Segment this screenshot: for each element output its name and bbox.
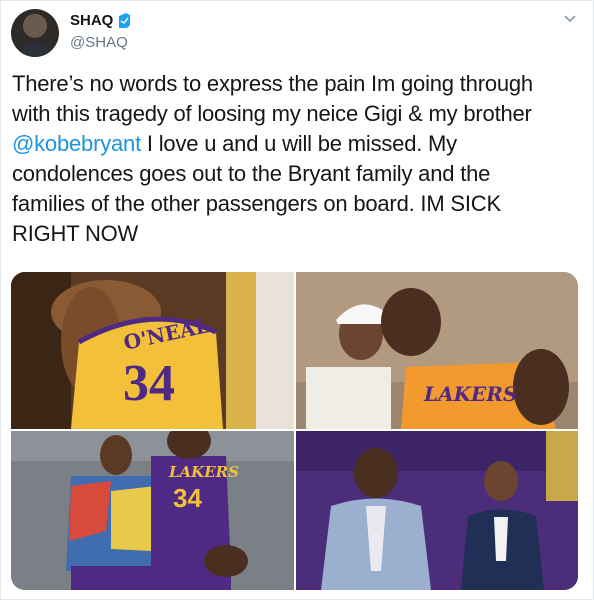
author-name[interactable]: SHAQ [70,12,113,29]
photo-posing-art [11,431,294,590]
tweet-card: SHAQ @SHAQ There’s no words to express t… [0,0,594,600]
tweet-line: families of the other passengers on boar… [12,191,501,216]
tweet-text: There’s no words to express the pain Im … [12,69,578,249]
verified-badge-icon [119,13,130,28]
avatar-shirt [19,43,51,57]
jersey-number-text: 34 [173,483,202,513]
tweet-line: There’s no words to express the pain Im … [12,71,533,96]
photo-shaq-kobe-suits[interactable] [296,431,578,590]
chevron-down-icon[interactable] [563,11,577,25]
photo-kobe-shaq-posing[interactable]: LAKERS 34 [11,431,294,590]
mention-link[interactable]: @kobebryant [12,131,141,156]
tweet-line: with this tragedy of loosing my neice Gi… [12,101,532,126]
tweet-line-rest: I love u and u will be missed. My [140,131,457,156]
avatar[interactable] [11,9,59,57]
jersey-lakers-text: LAKERS [169,463,239,481]
tweet-line: RIGHT NOW [12,221,139,246]
tweet-line: condolences goes out to the Bryant famil… [12,161,491,186]
jersey-number-text: 34 [123,355,175,412]
photo-oneal-jersey[interactable]: O'NEAL 34 [11,272,294,429]
author-handle[interactable]: @SHAQ [70,34,128,51]
tweet-line: @kobebryant I love u and u will be misse… [12,129,578,159]
photo-kobe-shaq-smiling[interactable]: LAKERS [296,272,578,429]
jersey-lakers-text: LAKERS [424,382,518,406]
media-grid: O'NEAL 34 LAKERS LAKERS 34 [11,272,578,590]
photo-suits-art [296,431,578,590]
